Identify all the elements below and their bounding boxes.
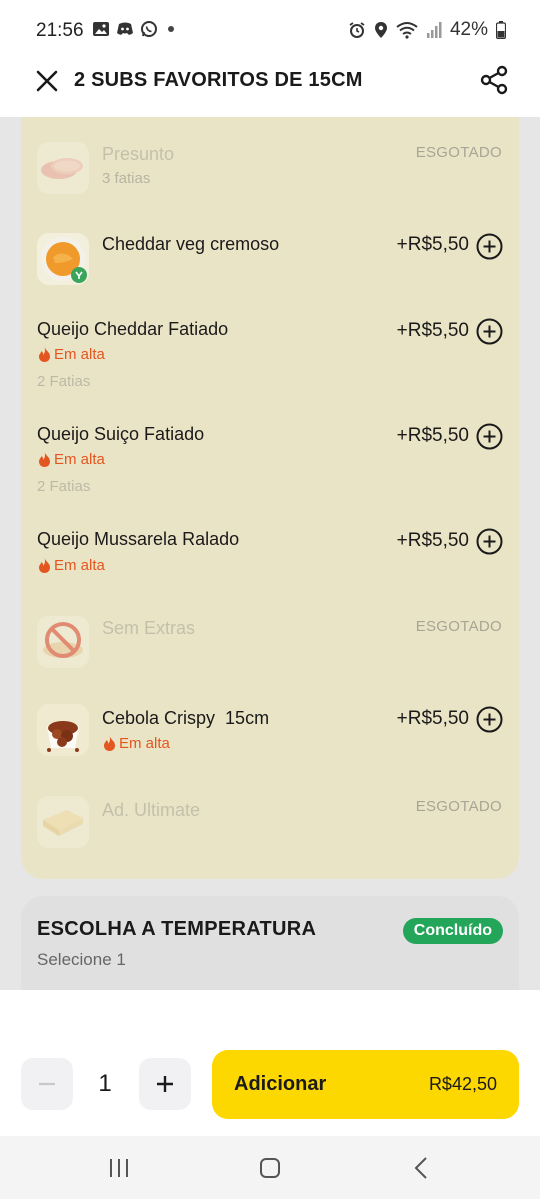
option-name: Queijo Cheddar Fatiado bbox=[37, 319, 229, 339]
status-time: 21:56 bbox=[36, 20, 84, 41]
sold-out-label: ESGOTADO bbox=[415, 144, 502, 161]
back-icon[interactable] bbox=[410, 1156, 434, 1180]
flame-icon bbox=[39, 347, 50, 362]
option-name: Cheddar veg cremoso bbox=[102, 234, 280, 254]
cheddar-veg-image bbox=[37, 233, 89, 285]
alarm-icon bbox=[349, 22, 365, 38]
ham-image bbox=[37, 142, 89, 194]
sold-out-label: ESGOTADO bbox=[415, 618, 502, 635]
system-icons: 42% bbox=[348, 19, 506, 41]
whatsapp-icon bbox=[141, 21, 157, 37]
add-to-cart-button[interactable]: Adicionar R$42,50 bbox=[212, 1050, 519, 1119]
option-sem-extras: Sem Extras ESGOTADO bbox=[21, 596, 519, 686]
add-button-label: Adicionar bbox=[234, 1073, 327, 1095]
option-cheddar-veg[interactable]: Cheddar veg cremoso +R$5,50 bbox=[21, 217, 519, 301]
top-app-bar: 2 SUBS FAVORITOS DE 15CM bbox=[0, 60, 540, 117]
no-extras-image bbox=[37, 616, 89, 668]
section-subtitle: Selecione 1 bbox=[37, 950, 126, 969]
trending-label: Em alta bbox=[54, 451, 105, 468]
add-button-price: R$42,50 bbox=[428, 1074, 497, 1094]
temperature-section[interactable]: ESCOLHA A TEMPERATURA Selecione 1 Conclu… bbox=[21, 896, 519, 990]
section-title: ESCOLHA A TEMPERATURA bbox=[37, 918, 317, 940]
share-icon[interactable] bbox=[478, 64, 510, 96]
option-name: Presunto bbox=[102, 144, 175, 164]
status-badge: Concluído bbox=[402, 918, 503, 944]
option-portion: 3 fatias bbox=[102, 170, 151, 187]
wifi-icon bbox=[396, 22, 418, 39]
option-price: +R$5,50 bbox=[396, 530, 469, 551]
bottom-action-bar: 1 Adicionar R$42,50 bbox=[0, 990, 540, 1136]
battery-icon bbox=[496, 21, 506, 39]
decrease-quantity-button[interactable] bbox=[21, 1058, 73, 1110]
close-icon[interactable] bbox=[34, 68, 60, 94]
home-icon[interactable] bbox=[258, 1156, 282, 1180]
signal-icon bbox=[426, 22, 442, 38]
discord-icon bbox=[117, 22, 133, 35]
trending-tag: Em alta bbox=[38, 451, 105, 468]
ultimate-image bbox=[37, 796, 89, 848]
option-queijo-suico[interactable]: Queijo Suiço Fatiado Em alta 2 Fatias +R… bbox=[21, 406, 519, 511]
add-circle-icon[interactable] bbox=[476, 318, 503, 345]
trending-label: Em alta bbox=[54, 346, 105, 363]
option-name: Ad. Ultimate bbox=[102, 800, 201, 820]
crispy-onion-image bbox=[37, 704, 89, 756]
add-circle-icon[interactable] bbox=[476, 233, 503, 260]
minus-icon bbox=[39, 1082, 55, 1086]
plus-icon bbox=[157, 1076, 173, 1092]
quantity-value: 1 bbox=[98, 1070, 112, 1097]
option-name: Queijo Suiço Fatiado bbox=[37, 424, 205, 444]
option-name: Sem Extras bbox=[102, 618, 196, 638]
trending-tag: Em alta bbox=[38, 346, 105, 363]
increase-quantity-button[interactable] bbox=[139, 1058, 191, 1110]
status-bar: 21:56 42% bbox=[0, 0, 540, 60]
location-icon bbox=[374, 22, 387, 38]
system-navigation-bar bbox=[0, 1136, 540, 1199]
option-queijo-cheddar[interactable]: Queijo Cheddar Fatiado Em alta 2 Fatias … bbox=[21, 301, 519, 406]
option-name: Queijo Mussarela Ralado bbox=[37, 529, 240, 549]
option-cebola-crispy[interactable]: Cebola Crispy 15cm Em alta +R$5,50 bbox=[21, 686, 519, 776]
add-circle-icon[interactable] bbox=[476, 706, 503, 733]
trending-tag: Em alta bbox=[103, 735, 170, 752]
option-price: +R$5,50 bbox=[396, 320, 469, 341]
add-circle-icon[interactable] bbox=[476, 423, 503, 450]
sold-out-label: ESGOTADO bbox=[415, 798, 502, 815]
add-circle-icon[interactable] bbox=[476, 528, 503, 555]
option-portion: 2 Fatias bbox=[37, 373, 91, 390]
trending-label: Em alta bbox=[119, 735, 170, 752]
page-title: 2 SUBS FAVORITOS DE 15CM bbox=[74, 69, 363, 91]
gallery-icon bbox=[93, 22, 109, 36]
flame-icon bbox=[39, 558, 50, 573]
option-queijo-mussarela[interactable]: Queijo Mussarela Ralado Em alta +R$5,50 bbox=[21, 511, 519, 596]
option-price: +R$5,50 bbox=[396, 708, 469, 729]
recent-apps-icon[interactable] bbox=[107, 1156, 131, 1180]
flame-icon bbox=[104, 736, 115, 751]
notification-icons bbox=[92, 20, 174, 38]
trending-tag: Em alta bbox=[38, 557, 105, 574]
options-scroll-area[interactable]: Presunto 3 fatias ESGOTADO Cheddar veg c… bbox=[0, 117, 540, 990]
more-notifications-dot bbox=[168, 26, 174, 32]
trending-label: Em alta bbox=[54, 557, 105, 574]
option-price: +R$5,50 bbox=[396, 425, 469, 446]
option-ad-ultimate: Ad. Ultimate ESGOTADO bbox=[21, 776, 519, 876]
flame-icon bbox=[39, 452, 50, 467]
option-price: +R$5,50 bbox=[396, 234, 469, 255]
battery-percent: 42% bbox=[449, 19, 488, 40]
option-name: Cebola Crispy 15cm bbox=[102, 708, 270, 728]
option-presunto: Presunto 3 fatias ESGOTADO bbox=[21, 137, 519, 217]
option-portion: 2 Fatias bbox=[37, 478, 91, 495]
